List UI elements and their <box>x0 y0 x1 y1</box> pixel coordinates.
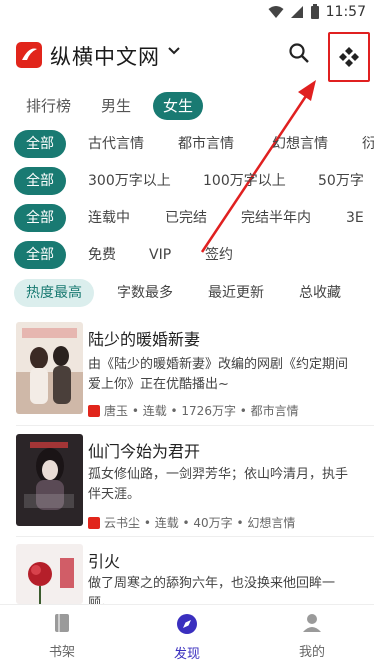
genre-chip[interactable]: 衍 <box>362 130 374 158</box>
paytype-filter-row: 全部 免费 VIP 签约 <box>0 241 374 271</box>
book-description: 孤女修仙路，一剑羿芳华；依山吟清月，执手伴天涯。 <box>88 467 349 502</box>
sort-chip[interactable]: 最近更新 <box>208 279 264 307</box>
wifi-icon <box>268 6 284 18</box>
genre-chip[interactable]: 都市言情 <box>178 130 234 158</box>
genre-chip[interactable]: 幻想言情 <box>272 130 328 158</box>
wordcount-chip[interactable]: 50万字 <box>318 167 364 195</box>
book-title: 引火 <box>88 552 121 571</box>
book-meta-text: 云书尘 • 连载 • 40万字 • 幻想言情 <box>104 516 296 530</box>
wordcount-chip[interactable]: 300万字以上 <box>88 167 171 195</box>
user-icon <box>303 614 321 632</box>
category-grid-button[interactable] <box>328 32 370 82</box>
divider <box>16 425 374 426</box>
nav-label: 发现 <box>173 647 200 662</box>
status-time: 11:57 <box>325 4 366 20</box>
nav-discover[interactable]: 发现 <box>147 613 227 662</box>
book-meta: 唐玉 • 连载 • 1726万字 • 都市言情 <box>88 402 299 419</box>
genre-filter-row: 全部 古代言情 都市言情 幻想言情 衍 <box>0 130 374 160</box>
sort-row: 热度最高 字数最多 最近更新 总收藏 <box>0 279 374 309</box>
paytype-chip[interactable]: 签约 <box>205 241 233 269</box>
status-chip[interactable]: 已完结 <box>165 204 207 232</box>
book-meta-text: 唐玉 • 连载 • 1726万字 • 都市言情 <box>104 404 299 418</box>
tab-ranking[interactable]: 排行榜 <box>16 92 81 120</box>
divider <box>16 536 374 537</box>
author-badge-icon <box>88 516 100 529</box>
category-tabs: 排行榜 男生 女生 <box>0 92 374 122</box>
tab-male[interactable]: 男生 <box>91 92 141 120</box>
signal-icon <box>290 6 303 18</box>
book-description: 由《陆少的暖婚新妻》改编的网剧《约定期间爱上你》正在优酷播出~ <box>88 357 349 392</box>
status-all-chip[interactable]: 全部 <box>14 204 66 232</box>
tab-female[interactable]: 女生 <box>153 92 204 120</box>
status-chip[interactable]: 3E <box>346 204 364 232</box>
wordcount-chip[interactable]: 100万字以上 <box>203 167 286 195</box>
book-meta: 云书尘 • 连载 • 40万字 • 幻想言情 <box>88 514 295 531</box>
nav-profile[interactable]: 我的 <box>272 613 352 660</box>
book-cover <box>16 434 83 526</box>
paytype-all-chip[interactable]: 全部 <box>14 241 66 269</box>
sort-chip[interactable]: 字数最多 <box>117 279 173 307</box>
status-bar: 11:57 <box>0 0 374 26</box>
status-chip[interactable]: 连载中 <box>88 204 130 232</box>
sort-hot-chip[interactable]: 热度最高 <box>14 279 94 307</box>
paytype-chip[interactable]: 免费 <box>88 241 116 269</box>
sort-chip[interactable]: 总收藏 <box>299 279 341 307</box>
chevron-down-icon[interactable] <box>168 46 180 56</box>
genre-chip[interactable]: 古代言情 <box>88 130 144 158</box>
nav-bookshelf[interactable]: 书架 <box>22 613 102 660</box>
battery-icon <box>310 4 319 19</box>
search-icon <box>289 43 309 63</box>
app-title[interactable]: 纵横中文网 <box>50 41 160 71</box>
wordcount-filter-row: 全部 300万字以上 100万字以上 50万字 <box>0 167 374 197</box>
author-badge-icon <box>88 404 100 417</box>
book-title: 仙门今始为君开 <box>88 442 201 461</box>
paytype-chip[interactable]: VIP <box>149 241 171 269</box>
book-cover <box>16 544 83 604</box>
diamond-grid-icon <box>339 47 359 67</box>
bottom-nav: 书架 发现 我的 <box>0 604 374 666</box>
nav-label: 我的 <box>298 645 325 660</box>
app-header: 纵横中文网 <box>0 32 374 82</box>
nav-label: 书架 <box>48 645 75 660</box>
search-button[interactable] <box>288 42 310 64</box>
book-icon <box>55 614 69 632</box>
genre-all-chip[interactable]: 全部 <box>14 130 66 158</box>
wordcount-all-chip[interactable]: 全部 <box>14 167 66 195</box>
book-title: 陆少的暖婚新妻 <box>88 330 201 349</box>
status-chip[interactable]: 完结半年内 <box>241 204 311 232</box>
compass-icon <box>177 614 197 634</box>
status-filter-row: 全部 连载中 已完结 完结半年内 3E <box>0 204 374 234</box>
app-logo <box>16 42 42 68</box>
book-cover <box>16 322 83 414</box>
